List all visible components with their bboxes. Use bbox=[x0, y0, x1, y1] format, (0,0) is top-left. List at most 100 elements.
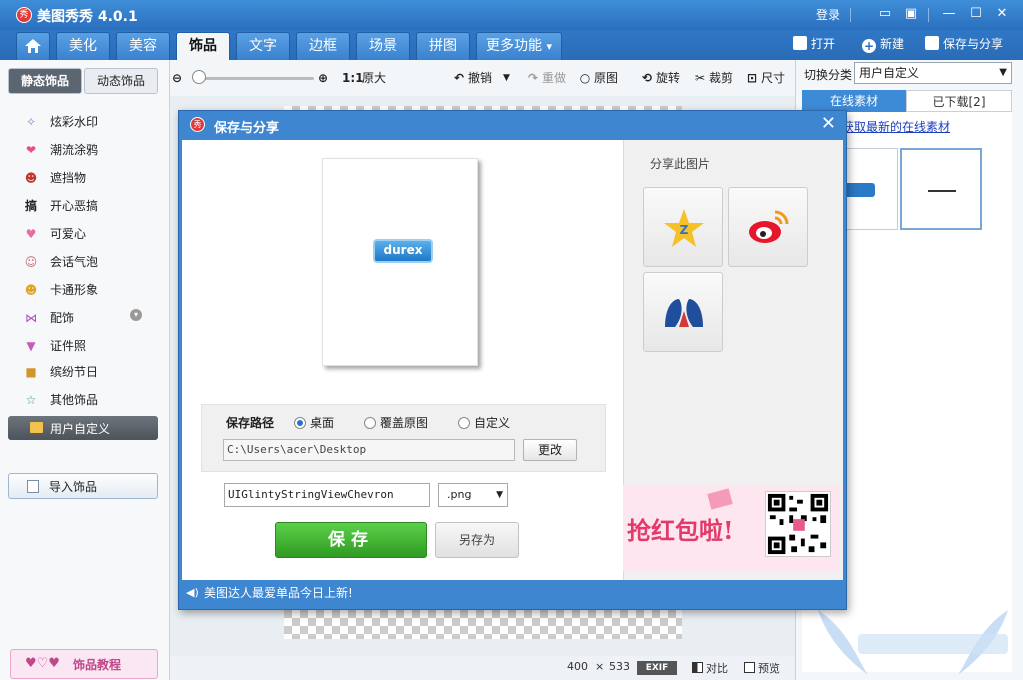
compare-label: 对比 bbox=[706, 662, 728, 675]
category-label: 可爱心 bbox=[50, 227, 87, 241]
tab-online-materials[interactable]: 在线素材 bbox=[802, 90, 906, 112]
radio-checked-icon bbox=[294, 417, 306, 429]
format-select[interactable]: .png ▼ bbox=[438, 483, 508, 507]
image-preview: durex bbox=[322, 158, 478, 366]
zoom-out-icon[interactable]: ⊖ bbox=[170, 70, 186, 86]
share-qzone-button[interactable]: Z bbox=[643, 187, 723, 267]
rotate-icon: ⟲ bbox=[641, 71, 653, 85]
separator bbox=[850, 8, 851, 22]
radio-desktop[interactable]: 桌面 bbox=[294, 414, 334, 431]
crop-button[interactable]: ✂ 裁剪 bbox=[693, 70, 733, 86]
change-path-button[interactable]: 更改 bbox=[523, 439, 577, 461]
radio-unchecked-icon bbox=[364, 417, 376, 429]
gift-icon: ■ bbox=[25, 365, 37, 379]
actual-size-button[interactable]: 原大 bbox=[362, 70, 386, 86]
tutorial-label: 饰品教程 bbox=[73, 658, 122, 672]
radio-label: 桌面 bbox=[310, 416, 335, 430]
rotate-button[interactable]: ⟲ 旋转 bbox=[640, 70, 680, 86]
radio-overwrite[interactable]: 覆盖原图 bbox=[364, 414, 428, 431]
category-label: 开心恶搞 bbox=[50, 199, 99, 213]
crop-label: 裁剪 bbox=[709, 71, 734, 85]
minimize-icon[interactable]: — bbox=[940, 5, 958, 23]
resize-button[interactable]: ⊡ 尺寸 bbox=[745, 70, 785, 86]
tab-face[interactable]: 美容 bbox=[116, 32, 170, 60]
dialog-title-bar: 秀 保存与分享 ✕ bbox=[179, 111, 846, 139]
tab-text[interactable]: 文字 bbox=[236, 32, 290, 60]
radio-custom[interactable]: 自定义 bbox=[458, 414, 510, 431]
tab-collage[interactable]: 拼图 bbox=[416, 32, 470, 60]
maximize-icon[interactable]: ☐ bbox=[967, 5, 985, 23]
tab-dynamic[interactable]: 动态饰品 bbox=[84, 68, 158, 94]
brand-logo: durex bbox=[373, 239, 433, 263]
home-tab[interactable] bbox=[16, 32, 50, 60]
radio-unchecked-icon bbox=[458, 417, 470, 429]
envelope-icon bbox=[707, 488, 733, 510]
expand-icon[interactable]: ▾ bbox=[130, 309, 142, 321]
dialog-body: durex 保存路径 桌面 覆盖原图 自定义 C:\Users\acer\Des… bbox=[182, 140, 843, 580]
menu-icon[interactable]: ▣ bbox=[902, 5, 920, 23]
accessory-type-tabs: 静态饰品 动态饰品 bbox=[8, 68, 158, 94]
tab-frame[interactable]: 边框 bbox=[296, 32, 350, 60]
qr-code-icon bbox=[765, 491, 831, 557]
renren-icon bbox=[665, 299, 703, 327]
new-label: 新建 bbox=[880, 37, 905, 51]
tutorial-button[interactable]: ♥♡♥ 饰品教程 bbox=[10, 649, 158, 679]
category-label: 缤纷节日 bbox=[50, 365, 99, 379]
promo-text: 抢红包啦! bbox=[627, 516, 734, 545]
exif-button[interactable]: EXIF bbox=[637, 661, 677, 675]
original-button[interactable]: ○ 原图 bbox=[578, 70, 618, 86]
promo-banner[interactable]: 抢红包啦! bbox=[623, 485, 839, 571]
undo-label: 撤销 bbox=[468, 71, 493, 85]
redo-button[interactable]: ↷ 重做 bbox=[526, 70, 566, 86]
separator bbox=[928, 8, 929, 22]
share-weibo-button[interactable] bbox=[728, 187, 808, 267]
dialog-footer: ◀) 美图达人最爱单品今日上新! bbox=[182, 581, 843, 605]
new-button[interactable]: + 新建 bbox=[862, 35, 904, 53]
get-latest-materials-link[interactable]: 获取最新的在线素材 bbox=[842, 118, 950, 135]
zoom-in-icon[interactable]: ⊕ bbox=[316, 70, 332, 86]
filename-field[interactable]: UIGlintyStringViewChevron bbox=[224, 483, 430, 507]
save-button[interactable]: 保存 bbox=[275, 522, 427, 558]
login-link[interactable]: 登录 bbox=[816, 6, 840, 23]
preview-icon bbox=[744, 662, 755, 673]
status-bar: 400 × 533 EXIF 对比 预览 bbox=[170, 656, 795, 680]
preview-button[interactable]: 预览 bbox=[744, 660, 780, 676]
close-icon[interactable]: ✕ bbox=[821, 114, 836, 134]
undo-history-dropdown[interactable]: ▼ bbox=[503, 70, 510, 86]
skin-icon[interactable]: ▭ bbox=[876, 5, 894, 23]
compare-icon bbox=[692, 662, 703, 673]
tab-more[interactable]: 更多功能 ▾ bbox=[476, 32, 562, 60]
category-label: 配饰 bbox=[50, 311, 75, 325]
redo-icon: ↷ bbox=[527, 71, 539, 85]
tab-downloaded[interactable]: 已下载[2] bbox=[906, 90, 1012, 112]
save-as-button[interactable]: 另存为 bbox=[435, 522, 519, 558]
undo-button[interactable]: ↶ 撤销 bbox=[452, 70, 492, 86]
category-label: 遮挡物 bbox=[50, 171, 87, 185]
circle-icon: ○ bbox=[579, 71, 591, 85]
save-share-button[interactable]: 保存与分享 bbox=[925, 35, 1003, 53]
close-icon[interactable]: ✕ bbox=[993, 5, 1011, 23]
material-thumbnail-selected[interactable] bbox=[900, 148, 982, 230]
share-renren-button[interactable] bbox=[643, 272, 723, 352]
tab-beautify[interactable]: 美化 bbox=[56, 32, 110, 60]
actual-size-ratio[interactable]: 1:1 bbox=[342, 70, 364, 86]
folder-icon bbox=[30, 422, 43, 433]
open-label: 打开 bbox=[811, 37, 836, 51]
compare-button[interactable]: 对比 bbox=[692, 660, 728, 676]
open-button[interactable]: 打开 bbox=[793, 35, 835, 53]
tab-static[interactable]: 静态饰品 bbox=[8, 68, 82, 94]
tab-accessories[interactable]: 饰品 bbox=[176, 32, 230, 60]
category-select[interactable]: 用户自定义 ▼ bbox=[854, 62, 1012, 84]
lips-icon: ❤ bbox=[25, 143, 37, 157]
zoom-slider[interactable] bbox=[194, 77, 314, 80]
save-path-field[interactable]: C:\Users\acer\Desktop bbox=[223, 439, 515, 461]
speaker-icon: ◀) bbox=[186, 586, 199, 599]
import-accessory-button[interactable]: 导入饰品 bbox=[8, 473, 158, 499]
category-custom[interactable]: 用户自定义 bbox=[8, 416, 158, 440]
category-switch-label: 切换分类 bbox=[804, 68, 853, 82]
save-share-dialog: 秀 保存与分享 ✕ durex 保存路径 桌面 覆盖原图 自定义 C:\User… bbox=[178, 110, 847, 610]
footer-announcement[interactable]: 美图达人最爱单品今日上新! bbox=[204, 581, 353, 605]
zoom-slider-handle[interactable] bbox=[192, 70, 206, 84]
hands-icon: ♥♡♥ bbox=[25, 656, 60, 671]
tab-scene[interactable]: 场景 bbox=[356, 32, 410, 60]
